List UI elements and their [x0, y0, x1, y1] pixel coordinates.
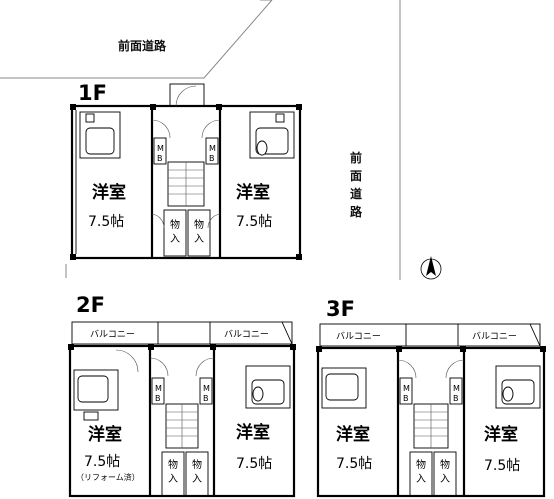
svg-text:B: B	[209, 154, 215, 163]
svg-text:面: 面	[350, 169, 362, 183]
road-label-right: 前 面 道 路	[350, 150, 363, 219]
balcony-label-3f-left: バルコニー	[336, 331, 381, 342]
svg-text:B: B	[157, 154, 163, 163]
svg-text:物: 物	[440, 458, 450, 471]
room-size-1f-right: 7.5帖	[236, 214, 272, 230]
svg-text:物: 物	[194, 218, 204, 231]
balcony-label-2f-left: バルコニー	[90, 329, 135, 340]
room-size-2f-left: 7.5帖	[84, 454, 120, 470]
svg-text:M: M	[453, 384, 460, 393]
svg-text:M: M	[403, 384, 410, 393]
svg-text:B: B	[203, 394, 209, 403]
room-size-2f-right: 7.5帖	[236, 456, 272, 472]
room-size-3f-left: 7.5帖	[336, 456, 372, 472]
floor-label-3f: 3F	[326, 297, 355, 321]
svg-text:前: 前	[350, 150, 362, 165]
floor-plan: 前面道路 前 面 道 路 1F M B M B 物 入 物 入 洋室 7.5帖 …	[0, 0, 546, 498]
room-type-2f-right: 洋室	[236, 422, 270, 443]
svg-text:物: 物	[416, 458, 426, 471]
room-size-1f-left: 7.5帖	[88, 214, 124, 230]
room-type-3f-right: 洋室	[484, 424, 518, 445]
floor-1f-plan	[70, 83, 302, 260]
floor-2f-labels: バルコニー バルコニー M B M B 物 入 物 入 洋室 7.5帖 （リフォ…	[76, 329, 272, 485]
svg-text:M: M	[209, 144, 216, 153]
svg-text:物: 物	[192, 458, 202, 471]
svg-text:B: B	[403, 394, 409, 403]
svg-text:入: 入	[440, 474, 450, 485]
svg-text:物: 物	[168, 458, 178, 471]
svg-text:B: B	[453, 394, 459, 403]
room-type-1f-right: 洋室	[236, 182, 270, 203]
svg-text:B: B	[155, 394, 161, 403]
svg-text:物: 物	[170, 218, 180, 231]
svg-text:M: M	[155, 384, 162, 393]
balcony-label-3f-right: バルコニー	[472, 331, 517, 342]
svg-text:入: 入	[416, 474, 426, 485]
balcony-label-2f-right: バルコニー	[224, 329, 269, 340]
svg-text:M: M	[157, 144, 164, 153]
room-type-3f-left: 洋室	[336, 424, 370, 445]
road-label-top: 前面道路	[118, 38, 167, 53]
svg-text:路: 路	[350, 204, 363, 219]
svg-text:入: 入	[170, 234, 180, 245]
floor-1f-labels: M B M B 物 入 物 入 洋室 7.5帖 洋室 7.5帖	[88, 144, 272, 245]
svg-text:入: 入	[192, 474, 202, 485]
room-type-1f-left: 洋室	[92, 182, 126, 203]
north-arrow-icon	[420, 256, 442, 280]
room-size-3f-right: 7.5帖	[484, 458, 520, 474]
floor-label-1f: 1F	[78, 81, 107, 105]
svg-text:入: 入	[194, 234, 204, 245]
floor-label-2f: 2F	[76, 293, 105, 317]
room-note-2f-left: （リフォーム済）	[76, 472, 140, 482]
svg-text:M: M	[203, 384, 210, 393]
svg-text:入: 入	[168, 474, 178, 485]
room-type-2f-left: 洋室	[88, 424, 122, 445]
svg-text:道: 道	[350, 186, 362, 201]
